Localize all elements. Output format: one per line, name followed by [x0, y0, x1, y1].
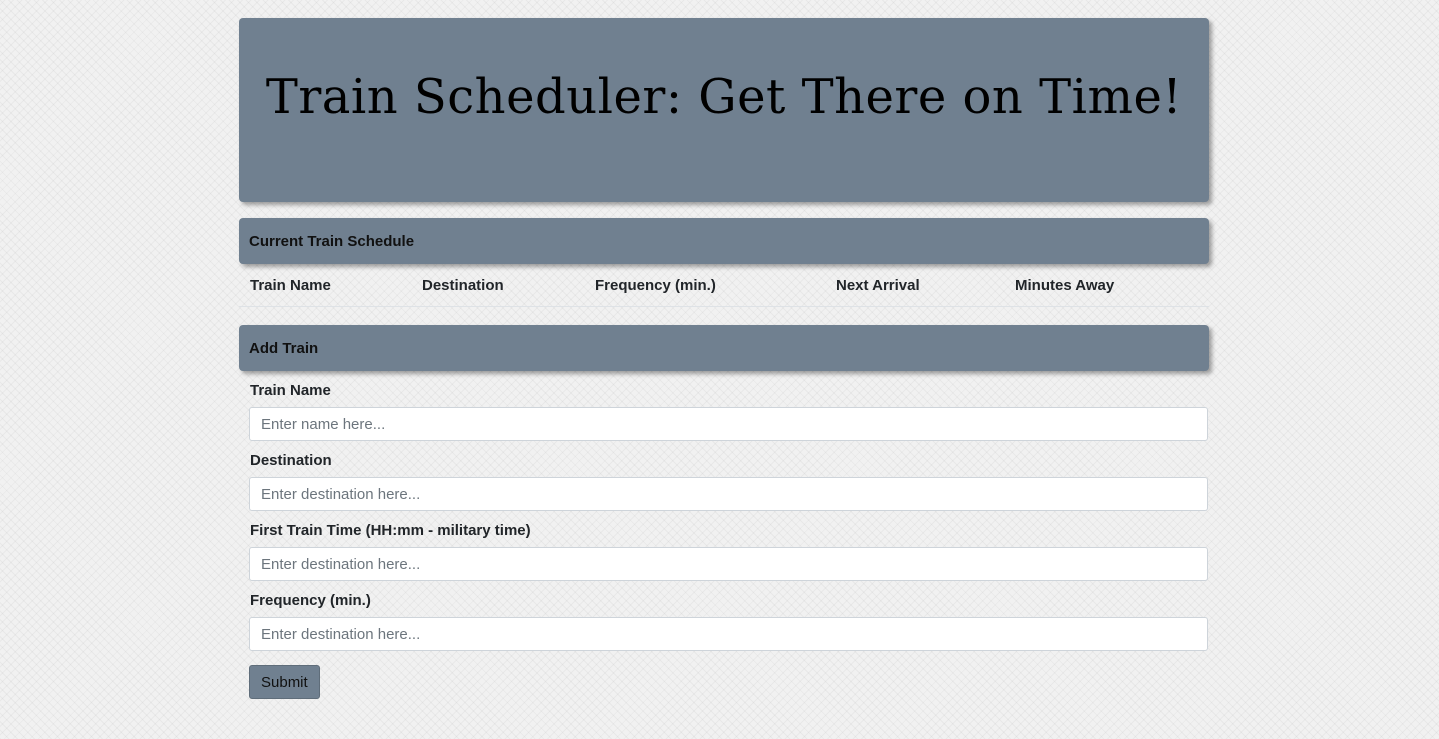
frequency-label: Frequency (min.) [250, 592, 371, 609]
first-train-time-group: First Train Time (HH:mm - military time) [249, 522, 1208, 581]
header-banner: Train Scheduler: Get There on Time! [239, 18, 1209, 202]
train-name-label: Train Name [250, 382, 331, 399]
schedule-panel-title: Current Train Schedule [249, 232, 415, 250]
column-header-minutes-away: Minutes Away [1004, 265, 1209, 307]
page-title: Train Scheduler: Get There on Time! [265, 69, 1183, 125]
first-train-time-input[interactable] [249, 547, 1208, 581]
add-train-panel-header: Add Train [239, 325, 1209, 371]
add-train-panel-title: Add Train [249, 339, 319, 357]
train-name-group: Train Name [249, 382, 1208, 441]
destination-group: Destination [249, 452, 1208, 511]
table-header-row: Train Name Destination Frequency (min.) … [239, 265, 1209, 307]
column-header-destination: Destination [411, 265, 584, 307]
destination-label: Destination [250, 452, 332, 469]
schedule-panel-header: Current Train Schedule [239, 218, 1209, 264]
schedule-table: Train Name Destination Frequency (min.) … [239, 265, 1209, 307]
column-header-next-arrival: Next Arrival [825, 265, 1004, 307]
main-container: Train Scheduler: Get There on Time! Curr… [239, 18, 1209, 699]
frequency-group: Frequency (min.) [249, 592, 1208, 651]
destination-input[interactable] [249, 477, 1208, 511]
column-header-frequency: Frequency (min.) [584, 265, 825, 307]
add-train-form: Train Name Destination First Train Time … [239, 371, 1209, 699]
frequency-input[interactable] [249, 617, 1208, 651]
column-header-train-name: Train Name [239, 265, 411, 307]
train-name-input[interactable] [249, 407, 1208, 441]
submit-button[interactable]: Submit [249, 665, 320, 699]
first-train-time-label: First Train Time (HH:mm - military time) [250, 522, 531, 539]
